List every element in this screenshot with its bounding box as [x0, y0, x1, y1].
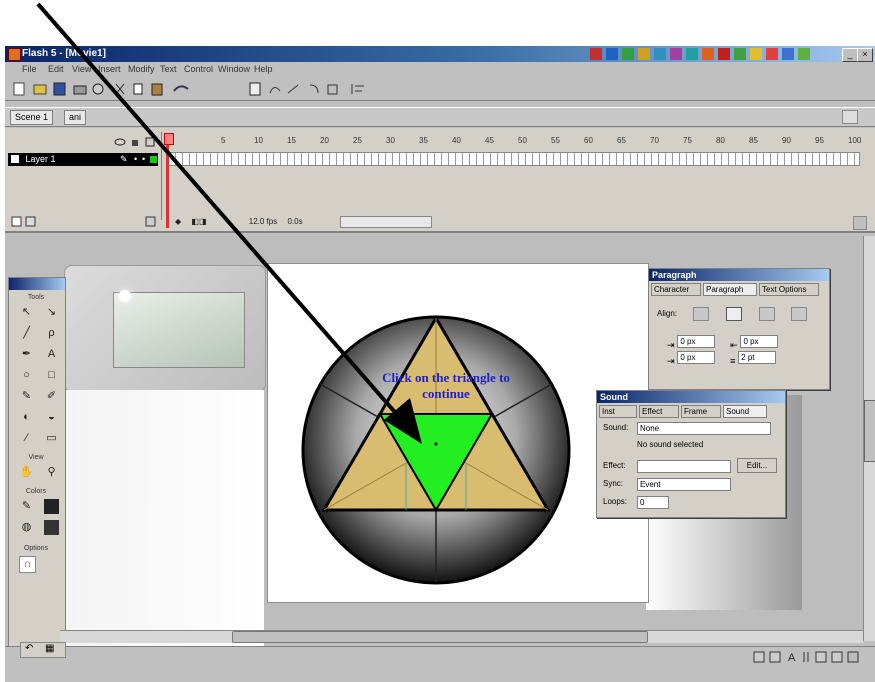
- tools-section-label: Tools: [27, 294, 45, 301]
- paragraph-tabs: Character Paragraph Text Options: [649, 281, 829, 298]
- left-margin-field[interactable]: 0 px: [677, 335, 716, 348]
- tab-paragraph[interactable]: Paragraph: [703, 283, 757, 296]
- line-spacing-icon: ≡: [730, 356, 736, 366]
- sound-select[interactable]: None: [637, 422, 771, 435]
- right-margin-icon: ⇤: [730, 340, 738, 350]
- stroke-color-swatch[interactable]: [44, 499, 59, 514]
- align-label: Align:: [657, 309, 678, 318]
- loops-label: Loops:: [603, 497, 628, 506]
- tab-sound[interactable]: Sound: [723, 405, 767, 418]
- info-icon: [753, 651, 765, 663]
- text-tool-icon[interactable]: A: [44, 347, 59, 362]
- fill-color-icon[interactable]: ◍: [19, 520, 34, 535]
- movie-explorer-icon: [815, 651, 827, 663]
- workspace-hscroll-thumb[interactable]: [232, 631, 648, 643]
- options-section-label: Options: [23, 545, 49, 552]
- sound-status: No sound selected: [637, 440, 704, 449]
- indent-field[interactable]: 0 px: [677, 351, 716, 364]
- stroke-color-icon[interactable]: ✎: [19, 499, 34, 514]
- sync-select[interactable]: Event: [637, 478, 731, 491]
- workspace-vscroll-thumb[interactable]: [864, 400, 875, 462]
- tab-frame[interactable]: Frame: [681, 405, 721, 418]
- launcher-bar: A: [753, 651, 859, 664]
- snap-magnet-icon[interactable]: ∩: [19, 556, 36, 573]
- oval-tool-icon[interactable]: ○: [19, 368, 34, 383]
- tab-effect[interactable]: Effect: [639, 405, 679, 418]
- hand-tool-icon[interactable]: ✋: [19, 465, 34, 480]
- align-buttons: [693, 307, 808, 324]
- pencil-tool-icon[interactable]: ✎: [19, 389, 34, 404]
- arrow-shaft: [36, 2, 402, 420]
- rectangle-tool-icon[interactable]: □: [44, 368, 59, 383]
- undo-icon[interactable]: ↶: [25, 643, 33, 654]
- indent-icon: ⇥: [667, 340, 675, 350]
- lasso-tool-icon[interactable]: ρ: [44, 326, 59, 341]
- pen-tool-icon[interactable]: ✒: [19, 347, 34, 362]
- sound-label: Sound:: [603, 423, 629, 432]
- align-left-icon[interactable]: [693, 307, 709, 321]
- paragraph-panel-title: Paragraph: [649, 269, 829, 281]
- sound-tabs: Inst Effect Frame Sound: [597, 403, 785, 420]
- tab-text-options[interactable]: Text Options: [759, 283, 819, 296]
- tool-grid: ↖ ↘ ╱ ρ ✒ A ○ □ ✎ ✐ ◐ ◒ ⁄ ▭: [9, 301, 65, 446]
- edit-button[interactable]: Edit...: [737, 458, 777, 473]
- view-tools: ✋ ⚲: [9, 461, 65, 480]
- sync-label: Sync:: [603, 479, 624, 488]
- view-section-label: View: [28, 454, 44, 461]
- dropper-tool-icon[interactable]: ⁄: [19, 431, 34, 446]
- align-justify-icon[interactable]: [791, 307, 808, 321]
- library-icon: [803, 652, 809, 662]
- actions-icon: [831, 651, 843, 663]
- tab-instance[interactable]: Inst: [599, 405, 637, 418]
- spacing-row: ⇥ 0 px ≡ 2 pt: [667, 351, 777, 367]
- fill-color-swatch[interactable]: [44, 520, 59, 535]
- loops-field[interactable]: 0: [637, 496, 669, 509]
- indent-row: ⇥ 0 px ⇤ 0 px: [667, 335, 779, 351]
- zoom-tool-icon[interactable]: ⚲: [44, 465, 59, 480]
- stroke-panel-icon: [769, 651, 781, 663]
- tools-panel: Tools ↖ ↘ ╱ ρ ✒ A ○ □ ✎ ✐ ◐ ◒ ⁄ ▭ View ✋…: [8, 277, 66, 659]
- sound-panel-title: Sound: [597, 391, 785, 403]
- effect-select[interactable]: [637, 460, 731, 473]
- paint-bucket-tool-icon[interactable]: ◒: [44, 410, 59, 425]
- components-icon: [847, 651, 859, 663]
- align-right-icon[interactable]: [758, 307, 775, 321]
- color-tools: ✎ ◍: [9, 495, 65, 535]
- colors-section-label: Colors: [25, 488, 47, 495]
- sound-panel: Sound Inst Effect Frame Sound Sound: Non…: [596, 390, 786, 518]
- brush-tool-icon[interactable]: ✐: [44, 389, 59, 404]
- tab-character[interactable]: Character: [651, 283, 701, 296]
- tools-titlebar: [9, 278, 65, 290]
- first-indent-icon: ⇥: [667, 356, 675, 366]
- view-buttons: ↶ ▦: [20, 642, 66, 658]
- ink-bottle-tool-icon[interactable]: ◐: [19, 410, 34, 425]
- eraser-tool-icon[interactable]: ▭: [44, 431, 59, 446]
- right-margin-field[interactable]: 0 px: [740, 335, 779, 348]
- align-center-icon[interactable]: [725, 307, 742, 321]
- arrow-tool-icon[interactable]: ↖: [19, 305, 34, 320]
- line-tool-icon[interactable]: ╱: [19, 326, 34, 341]
- layout-icon[interactable]: ▦: [45, 643, 54, 654]
- subselect-tool-icon[interactable]: ↘: [44, 305, 59, 320]
- character-icon: A: [788, 652, 796, 664]
- line-spacing-field[interactable]: 2 pt: [738, 351, 777, 364]
- status-bar: [5, 646, 875, 682]
- effect-label: Effect:: [603, 461, 626, 470]
- paragraph-panel: Paragraph Character Paragraph Text Optio…: [648, 268, 830, 390]
- option-tools: ∩: [9, 552, 65, 573]
